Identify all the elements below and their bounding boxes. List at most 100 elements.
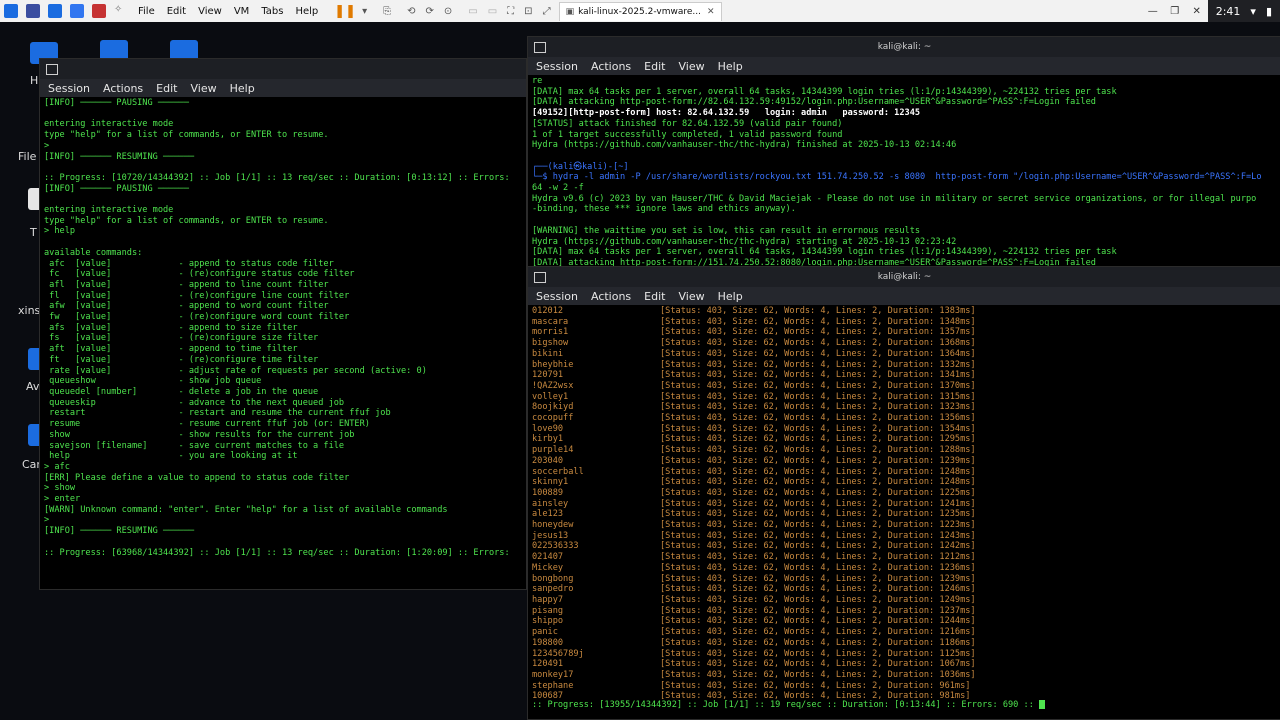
terminal-output[interactable]: [INFO] ────── PAUSING ────── entering in…	[40, 97, 526, 587]
terminal-window-hydra[interactable]: kali@kali: ~ Session Actions Edit View H…	[527, 36, 1280, 268]
view-icon[interactable]: ▭	[468, 6, 477, 17]
result-status: [Status: 403, Size: 62, Words: 4, Lines:…	[660, 316, 976, 327]
result-word: morris1	[532, 327, 569, 338]
result-row: soccerball [Status: 403, Size: 62, Words:…	[532, 467, 1277, 478]
result-status: [Status: 403, Size: 62, Words: 4, Lines:…	[660, 434, 976, 445]
menu-file[interactable]: File	[138, 6, 155, 17]
menu-session[interactable]: Session	[536, 60, 578, 73]
result-row: mascara [Status: 403, Size: 62, Words: 4,…	[532, 317, 1277, 328]
terminal-line: help - you are looking at it	[44, 451, 298, 462]
terminal-line: resume - resume current ffuf job (or: EN…	[44, 419, 370, 430]
menu-tabs[interactable]: Tabs	[261, 6, 283, 17]
result-status: [Status: 403, Size: 62, Words: 4, Lines:…	[660, 466, 976, 477]
result-word: purple14	[532, 445, 574, 456]
menu-edit[interactable]: Edit	[167, 6, 186, 17]
menu-edit[interactable]: Edit	[644, 60, 665, 73]
result-word: 123456789j	[532, 648, 584, 659]
terminal-line: aft [value] - append to time filter	[44, 344, 298, 355]
result-status: [Status: 403, Size: 62, Words: 4, Lines:…	[660, 552, 976, 563]
result-status: [Status: 403, Size: 62, Words: 4, Lines:…	[660, 669, 976, 680]
menu-edit[interactable]: Edit	[644, 290, 665, 303]
terminal-output[interactable]: re [DATA] max 64 tasks per 1 server, over…	[528, 75, 1280, 267]
window-titlebar[interactable]: kali@kali: ~	[528, 267, 1280, 287]
terminal-line: afc [value] - append to status code filt…	[44, 258, 334, 269]
window-titlebar[interactable]: kali@kali: ~	[528, 37, 1280, 57]
fullscreen-icon[interactable]: ⛶	[507, 6, 514, 17]
terminal-line: afl [value] - append to line count filte…	[44, 279, 329, 290]
result-row: 022536333 [Status: 403, Size: 62, Words: …	[532, 541, 1277, 552]
dropdown-icon[interactable]: ▾	[362, 6, 367, 17]
maximize-icon[interactable]: ❐	[1164, 0, 1186, 22]
result-word: skinny1	[532, 477, 569, 488]
close-tab-icon[interactable]: ✕	[707, 7, 715, 17]
menu-vm[interactable]: VM	[234, 6, 249, 17]
result-row: ale123 [Status: 403, Size: 62, Words: 4, …	[532, 509, 1277, 520]
result-status: [Status: 403, Size: 62, Words: 4, Lines:…	[660, 423, 976, 434]
terminal-line: fc [value] - (re)configure status code f…	[44, 269, 355, 280]
stretch-icon[interactable]: ⤢	[543, 6, 551, 17]
result-row: 100687 [Status: 403, Size: 62, Words: 4, …	[532, 691, 1277, 699]
unity-icon[interactable]: ▭	[488, 6, 497, 17]
vm-tab[interactable]: ▣ kali-linux-2025.2-vmware... ✕	[558, 1, 722, 21]
menu-view[interactable]: View	[678, 290, 704, 303]
snapshot-icon[interactable]: ⟲	[407, 6, 415, 17]
folder-icon[interactable]	[48, 4, 62, 18]
result-word: ainsley	[532, 498, 569, 509]
menu-help[interactable]: Help	[295, 6, 318, 17]
pin-icon[interactable]: ✧	[114, 4, 128, 18]
terminal-line: re	[532, 76, 543, 86]
snapshot-manager-icon[interactable]: ⟳	[425, 6, 433, 17]
result-status: [Status: 403, Size: 62, Words: 4, Lines:…	[660, 455, 976, 466]
result-row: Mickey [Status: 403, Size: 62, Words: 4, …	[532, 563, 1277, 574]
menu-actions[interactable]: Actions	[591, 60, 631, 73]
terminal-line: [DATA] max 64 tasks per 1 server, overal…	[532, 86, 1117, 97]
files-icon[interactable]	[70, 4, 84, 18]
home-icon[interactable]	[26, 4, 40, 18]
revert-icon[interactable]: ⊙	[444, 6, 452, 17]
menu-view[interactable]: View	[190, 82, 216, 95]
menu-help[interactable]: Help	[718, 290, 743, 303]
minimize-icon[interactable]: —	[1142, 0, 1164, 22]
terminal-line: [INFO] ────── RESUMING ──────	[44, 526, 195, 537]
terminal-line: :: Progress: [63968/14344392] :: Job [1/…	[44, 547, 510, 558]
terminal-line: >	[44, 140, 50, 151]
close-window-icon[interactable]: ✕	[1186, 0, 1208, 22]
result-word: bheybhie	[532, 359, 574, 370]
terminal-line: queueskip - advance to the next queued j…	[44, 397, 345, 408]
menu-view[interactable]: View	[198, 6, 222, 17]
menu-actions[interactable]: Actions	[591, 290, 631, 303]
result-row: 120491 [Status: 403, Size: 62, Words: 4, …	[532, 659, 1277, 670]
menu-actions[interactable]: Actions	[103, 82, 143, 95]
window-titlebar[interactable]	[40, 59, 526, 79]
terminal-menubar: Session Actions Edit View Help	[40, 79, 526, 97]
browser-icon[interactable]	[92, 4, 106, 18]
result-row: shippo [Status: 403, Size: 62, Words: 4, …	[532, 616, 1277, 627]
send-keys-icon[interactable]: ⎘	[383, 6, 391, 17]
menu-help[interactable]: Help	[230, 82, 255, 95]
terminal-line: [INFO] ────── PAUSING ──────	[44, 183, 189, 194]
terminal-line: type "help" for a list of commands, or E…	[44, 215, 329, 226]
terminal-window-ffuf[interactable]: Session Actions Edit View Help [INFO] ──…	[39, 58, 527, 590]
console-icon[interactable]: ⊡	[524, 6, 532, 17]
result-row: sanpedro [Status: 403, Size: 62, Words: 4…	[532, 584, 1277, 595]
pause-icon[interactable]: ❚❚	[334, 4, 356, 19]
terminal-window-results[interactable]: kali@kali: ~ Session Actions Edit View H…	[527, 266, 1280, 720]
menu-edit[interactable]: Edit	[156, 82, 177, 95]
vmware-logo-icon[interactable]	[4, 4, 18, 18]
result-word: mascara	[532, 316, 569, 327]
terminal-line: fw [value] - (re)configure word count fi…	[44, 312, 350, 323]
terminal-output[interactable]: 012012 [Status: 403, Size: 62, Words: 4, …	[528, 305, 1280, 699]
menu-session[interactable]: Session	[536, 290, 578, 303]
menu-session[interactable]: Session	[48, 82, 90, 95]
terminal-line: 1 of 1 target successfully completed, 1 …	[532, 129, 843, 140]
desktop-label: Av	[26, 380, 40, 393]
window-title: kali@kali: ~	[877, 272, 932, 282]
result-row: cocopuff [Status: 403, Size: 62, Words: 4…	[532, 413, 1277, 424]
result-status: [Status: 403, Size: 62, Words: 4, Lines:…	[660, 498, 976, 509]
menu-help[interactable]: Help	[718, 60, 743, 73]
result-row: bongbong [Status: 403, Size: 62, Words: 4…	[532, 574, 1277, 585]
result-row: monkey17 [Status: 403, Size: 62, Words: 4…	[532, 670, 1277, 681]
menu-view[interactable]: View	[678, 60, 704, 73]
